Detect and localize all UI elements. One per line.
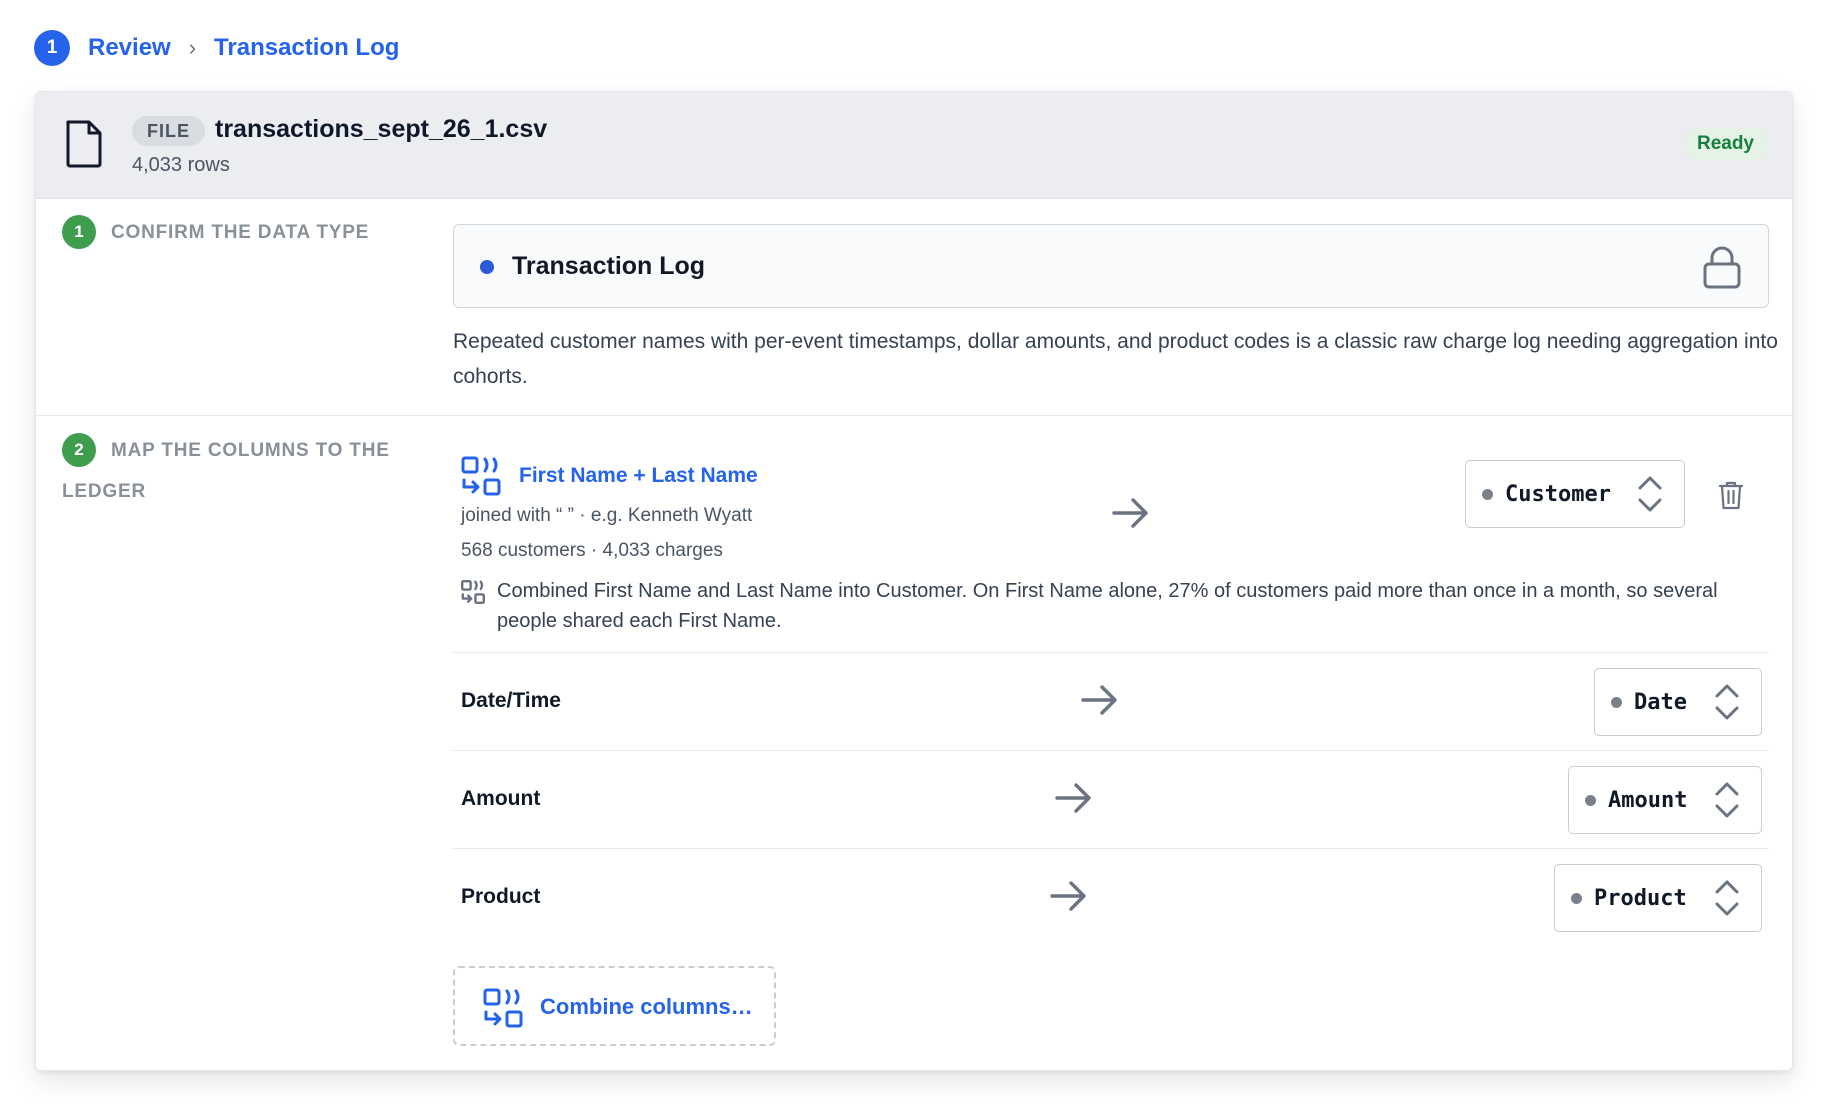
chevron-up-down-icon (1715, 880, 1739, 916)
source-column-product: Product (461, 885, 541, 908)
chevron-up-down-icon (1715, 684, 1739, 720)
row-divider (453, 848, 1769, 849)
breadcrumb: 1 Review › Transaction Log (34, 30, 399, 66)
breadcrumb-review-link[interactable]: Review (88, 34, 171, 62)
section-divider (36, 415, 1792, 416)
row-divider (453, 750, 1769, 751)
combined-join-example: joined with “ ” · e.g. Kenneth Wyatt (461, 505, 753, 526)
select-value: Customer (1505, 481, 1611, 507)
trash-icon[interactable] (1718, 480, 1744, 510)
customer-target-select[interactable]: Customer (1465, 460, 1685, 528)
breadcrumb-transaction-log-link[interactable]: Transaction Log (214, 34, 399, 62)
file-icon (66, 120, 102, 168)
data-type-select[interactable]: Transaction Log (453, 224, 1769, 308)
combined-counts: 568 customers · 4,033 charges (461, 540, 723, 561)
select-dot (1611, 696, 1622, 708)
section-2-title: Map the columns to the ledger (62, 440, 390, 502)
combine-columns-icon (483, 988, 523, 1028)
file-name: transactions_sept_26_1.csv (215, 115, 548, 143)
arrow-right-icon (1050, 881, 1086, 911)
section-1-number: 1 (62, 215, 96, 249)
product-target-select[interactable]: Product (1554, 864, 1762, 932)
select-dot (1585, 794, 1596, 806)
combine-columns-icon[interactable] (461, 456, 501, 496)
select-value: Date (1634, 689, 1687, 715)
select-value: Product (1594, 885, 1687, 911)
status-badge: Ready (1682, 128, 1768, 160)
import-card: FILE transactions_sept_26_1.csv 4,033 ro… (35, 91, 1793, 1071)
combined-source-title[interactable]: First Name + Last Name (519, 464, 758, 488)
select-value: Amount (1608, 787, 1688, 813)
combine-columns-label: Combine columns… (540, 994, 753, 1019)
source-column-amount: Amount (461, 787, 541, 810)
select-dot (1571, 892, 1582, 904)
section-1-title: Confirm the data type (111, 222, 370, 243)
lock-icon (1703, 246, 1741, 289)
combine-note: Combined First Name and Last Name into C… (497, 580, 1718, 632)
breadcrumb-separator-icon: › (188, 35, 197, 60)
data-type-description: Repeated customer names with per-event t… (453, 330, 1778, 388)
arrow-right-icon (1055, 783, 1091, 813)
data-type-dot (480, 260, 494, 274)
arrow-right-icon (1081, 685, 1117, 715)
file-type-badge: FILE (132, 116, 205, 146)
date-target-select[interactable]: Date (1594, 668, 1762, 736)
chevron-up-down-icon (1638, 476, 1662, 512)
combine-columns-button[interactable]: Combine columns… (453, 966, 776, 1046)
select-dot (1482, 488, 1493, 500)
file-header: FILE transactions_sept_26_1.csv 4,033 ro… (36, 92, 1792, 199)
amount-target-select[interactable]: Amount (1568, 766, 1762, 834)
arrow-right-icon (1112, 498, 1148, 528)
row-divider (453, 652, 1769, 653)
source-column-date-time: Date/Time (461, 689, 561, 712)
file-row-count: 4,033 rows (132, 154, 230, 176)
breadcrumb-step-badge: 1 (34, 30, 70, 66)
combine-note-icon (461, 580, 485, 604)
data-type-label: Transaction Log (512, 252, 706, 280)
chevron-up-down-icon (1715, 782, 1739, 818)
